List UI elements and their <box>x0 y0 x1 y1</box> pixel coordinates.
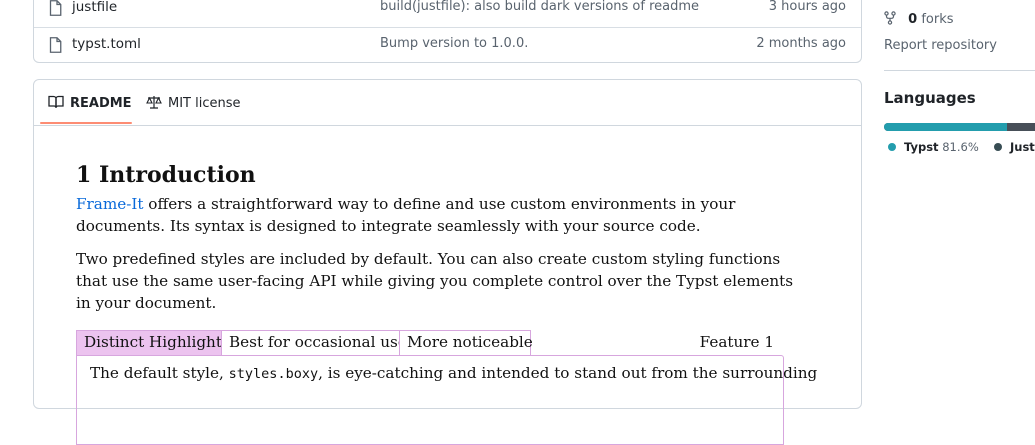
readme-tabs: README MIT license <box>34 80 861 126</box>
file-name-link[interactable]: justfile <box>72 0 117 15</box>
feature-title: Feature 1 <box>699 333 774 351</box>
feature-text: The default style, styles.boxy, is eye-c… <box>90 364 817 382</box>
tab-label: MIT license <box>168 96 241 111</box>
file-name-link[interactable]: typst.toml <box>72 36 141 52</box>
tab-label: README <box>70 96 132 111</box>
forks-label: forks <box>917 12 954 27</box>
report-repository-link[interactable]: Report repository <box>884 38 997 53</box>
language-name: Typst <box>904 140 939 154</box>
file-list: justfile build(justfile): also build dar… <box>33 0 862 63</box>
forks-link[interactable]: 0 forks <box>884 11 954 27</box>
commit-time: 3 hours ago <box>768 0 846 14</box>
feature-tag: More noticeable <box>399 330 533 356</box>
feature-tag: Best for occasional use <box>221 330 407 356</box>
commit-message-link[interactable]: Bump version to 1.0.0. <box>380 36 528 51</box>
tab-license[interactable]: MIT license <box>146 95 241 113</box>
language-dot <box>994 143 1002 151</box>
feature-frame: Distinct Highlight Best for occasional u… <box>76 330 817 445</box>
tab-readme[interactable]: README <box>48 95 132 113</box>
fork-icon <box>884 11 908 27</box>
inline-code: styles.boxy <box>228 366 319 382</box>
language-item-just[interactable]: Just <box>994 140 1035 154</box>
language-name: Just <box>1010 140 1035 154</box>
languages-heading: Languages <box>884 89 976 107</box>
file-row[interactable]: justfile build(justfile): also build dar… <box>34 0 861 28</box>
section-heading: 1 Introduction <box>76 162 256 188</box>
commit-time: 2 months ago <box>756 36 846 51</box>
styles-paragraph: Two predefined styles are included by de… <box>76 250 794 312</box>
active-tab-indicator <box>40 122 132 124</box>
divider <box>884 70 1035 71</box>
language-percent: 81.6% <box>942 140 979 154</box>
intro-paragraph: Frame-It offers a straightforward way to… <box>76 193 796 237</box>
language-dot <box>888 143 896 151</box>
feature-text-end: , is eye-catching and intended to stand … <box>318 364 818 382</box>
file-row[interactable]: typst.toml Bump version to 1.0.0. 2 mont… <box>34 27 861 64</box>
intro-text: offers a straightforward way to define a… <box>76 195 736 235</box>
frame-it-link[interactable]: Frame-It <box>76 195 143 213</box>
file-icon <box>49 37 62 57</box>
language-bar <box>884 123 1035 131</box>
feature-text-start: The default style, <box>90 364 229 382</box>
file-icon <box>49 0 62 20</box>
language-item-typst[interactable]: Typst 81.6% <box>888 140 979 154</box>
commit-message-link[interactable]: build(justfile): also build dark version… <box>380 0 699 14</box>
forks-count: 0 <box>908 12 918 27</box>
repo-sidebar: 0 forks Report repository Languages Typs… <box>884 0 1035 390</box>
readme-panel: README MIT license 1 Introduction Frame-… <box>33 79 862 445</box>
feature-tag: Distinct Highlight <box>76 330 222 356</box>
book-icon <box>48 95 64 113</box>
language-segment-typst <box>884 123 1008 131</box>
law-icon <box>146 95 162 113</box>
